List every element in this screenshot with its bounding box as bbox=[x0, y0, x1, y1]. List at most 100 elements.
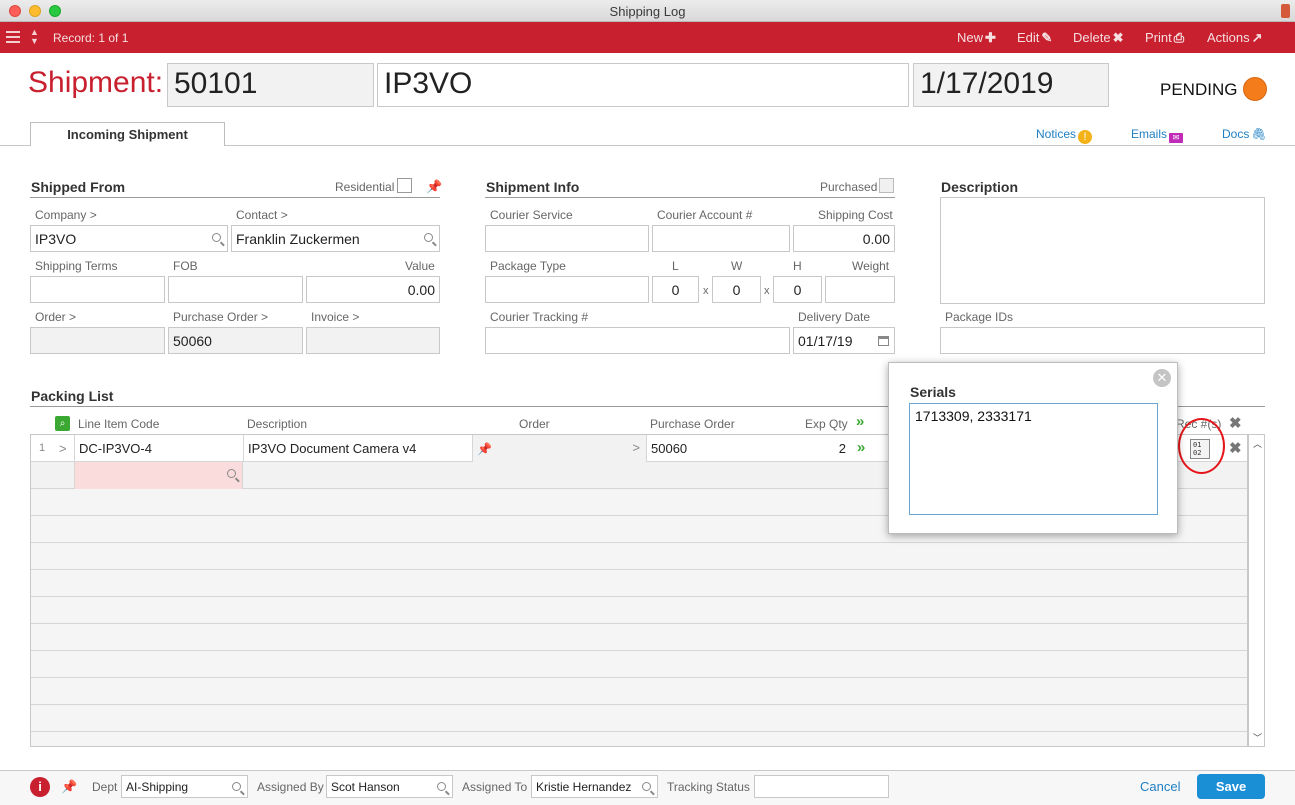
search-icon[interactable] bbox=[424, 233, 433, 242]
value-field[interactable]: 0.00 bbox=[306, 276, 440, 303]
paperclip-icon: 🖇 bbox=[1251, 127, 1267, 141]
weight-field[interactable] bbox=[825, 276, 895, 303]
delete-row-icon[interactable]: ✖ bbox=[1229, 439, 1242, 457]
shipment-date-field[interactable]: 1/17/2019 bbox=[913, 63, 1109, 107]
clear-all-icon[interactable]: ✖ bbox=[1229, 414, 1242, 432]
column-header-exp-qty[interactable]: Exp Qty bbox=[805, 417, 848, 431]
info-icon[interactable]: i bbox=[30, 777, 50, 797]
courier-service-field[interactable] bbox=[485, 225, 649, 252]
value-label: Value bbox=[405, 259, 435, 273]
width-field[interactable]: 0 bbox=[712, 276, 761, 303]
window-title: Shipping Log bbox=[609, 4, 686, 19]
row-order-link-icon[interactable]: > bbox=[632, 440, 640, 455]
print-button[interactable]: Print ⎙ bbox=[1145, 30, 1184, 46]
envelope-icon: ✉ bbox=[1169, 133, 1184, 143]
table-row bbox=[31, 570, 1247, 597]
section-rule bbox=[485, 197, 895, 198]
description-field[interactable] bbox=[940, 197, 1265, 304]
invoice-field[interactable] bbox=[306, 327, 440, 354]
column-header-order[interactable]: Order bbox=[519, 417, 550, 431]
contact-label[interactable]: Contact > bbox=[236, 208, 288, 222]
alert-icon: ! bbox=[1078, 130, 1093, 144]
delivery-date-field[interactable]: 01/17/19 bbox=[793, 327, 895, 354]
courier-tracking-field[interactable] bbox=[485, 327, 790, 354]
search-icon[interactable] bbox=[642, 782, 651, 791]
row-line-item-code[interactable]: DC-IP3VO-4 bbox=[74, 435, 242, 462]
shipment-label: Shipment: bbox=[28, 66, 164, 99]
order-label[interactable]: Order > bbox=[35, 310, 76, 324]
shipment-number-field[interactable]: 50101 bbox=[167, 63, 374, 107]
length-field[interactable]: 0 bbox=[652, 276, 699, 303]
shipping-terms-field[interactable] bbox=[30, 276, 165, 303]
scroll-up-icon[interactable]: ︿ bbox=[1253, 437, 1262, 450]
menu-icon[interactable] bbox=[6, 31, 20, 43]
tab-incoming-shipment[interactable]: Incoming Shipment bbox=[30, 122, 225, 146]
assigned-by-field[interactable]: Scot Hanson bbox=[326, 775, 453, 798]
company-label[interactable]: Company > bbox=[35, 208, 97, 222]
contact-field[interactable]: Franklin Zuckermen bbox=[231, 225, 440, 252]
column-header-purchase-order[interactable]: Purchase Order bbox=[650, 417, 735, 431]
grid-scrollbar[interactable]: ︿ ﹀ bbox=[1248, 434, 1265, 747]
invoice-label[interactable]: Invoice > bbox=[311, 310, 359, 324]
weight-label: Weight bbox=[852, 259, 890, 273]
pin-icon[interactable]: 📌 bbox=[426, 179, 442, 195]
new-button[interactable]: New ✚ bbox=[957, 30, 996, 46]
scroll-down-icon[interactable]: ﹀ bbox=[1253, 731, 1262, 744]
assigned-to-field[interactable]: Kristie Hernandez bbox=[531, 775, 658, 798]
courier-service-label: Courier Service bbox=[490, 208, 573, 222]
pin-icon[interactable]: 📌 bbox=[61, 779, 77, 795]
calendar-icon[interactable] bbox=[878, 336, 889, 346]
shipping-cost-field[interactable]: 0.00 bbox=[793, 225, 895, 252]
notices-link[interactable]: Notices! bbox=[1036, 127, 1093, 144]
fob-label: FOB bbox=[173, 259, 198, 273]
dept-field[interactable]: AI-Shipping bbox=[121, 775, 248, 798]
residential-checkbox[interactable] bbox=[397, 178, 412, 193]
delete-button[interactable]: Delete ✖ bbox=[1073, 30, 1123, 46]
docs-link[interactable]: Docs 🖇 bbox=[1222, 127, 1267, 141]
courier-account-field[interactable] bbox=[652, 225, 790, 252]
pin-icon[interactable]: 📌 bbox=[477, 442, 492, 456]
serials-textarea[interactable]: 1713309, 2333171 bbox=[909, 403, 1158, 515]
fob-field[interactable] bbox=[168, 276, 303, 303]
search-icon[interactable] bbox=[437, 782, 446, 791]
search-icon[interactable] bbox=[212, 233, 221, 242]
purchase-order-label[interactable]: Purchase Order > bbox=[173, 310, 268, 324]
purchased-checkbox[interactable] bbox=[879, 178, 894, 193]
tracking-status-field[interactable] bbox=[754, 775, 889, 798]
close-icon[interactable]: ✕ bbox=[1153, 369, 1171, 387]
receive-row-icon[interactable]: » bbox=[857, 439, 866, 456]
new-line-item-code-field[interactable] bbox=[74, 462, 243, 489]
package-type-field[interactable] bbox=[485, 276, 649, 303]
save-button[interactable]: Save bbox=[1197, 774, 1265, 799]
column-header-description[interactable]: Description bbox=[247, 417, 307, 431]
company-field[interactable]: IP3VO bbox=[30, 225, 228, 252]
purchase-order-field[interactable]: 50060 bbox=[168, 327, 303, 354]
row-description[interactable]: IP3VO Document Camera v4 bbox=[243, 435, 472, 462]
search-icon[interactable]: ⌕ bbox=[55, 416, 70, 431]
package-ids-label: Package IDs bbox=[945, 310, 1014, 324]
actions-button[interactable]: Actions ↗ bbox=[1207, 30, 1263, 46]
column-header-line-item-code[interactable]: Line Item Code bbox=[78, 417, 159, 431]
x-icon: ✖ bbox=[1112, 30, 1124, 45]
shipment-name-field[interactable]: IP3VO bbox=[377, 63, 909, 107]
row-expand-icon[interactable]: > bbox=[55, 435, 73, 462]
emails-link[interactable]: Emails ✉ bbox=[1131, 127, 1184, 143]
cancel-button[interactable]: Cancel bbox=[1140, 779, 1180, 794]
section-rule bbox=[30, 197, 440, 198]
package-type-label: Package Type bbox=[490, 259, 566, 273]
height-field[interactable]: 0 bbox=[773, 276, 822, 303]
status-indicator[interactable] bbox=[1243, 77, 1267, 101]
search-icon[interactable] bbox=[227, 469, 236, 478]
order-field[interactable] bbox=[30, 327, 165, 354]
assigned-by-label: Assigned By bbox=[257, 780, 324, 794]
row-purchase-order[interactable]: 50060 bbox=[646, 435, 800, 462]
edit-button[interactable]: Edit ✎ bbox=[1017, 30, 1052, 46]
receive-all-icon[interactable]: » bbox=[856, 413, 865, 430]
table-row bbox=[31, 543, 1247, 570]
record-navigate-icon[interactable]: ▲ ▼ bbox=[30, 28, 39, 46]
package-ids-field[interactable] bbox=[940, 327, 1265, 354]
search-icon[interactable] bbox=[232, 782, 241, 791]
row-exp-qty[interactable]: 2 bbox=[800, 435, 850, 462]
row-order[interactable]: 📌 > bbox=[472, 435, 646, 462]
courier-tracking-label: Courier Tracking # bbox=[490, 310, 589, 324]
